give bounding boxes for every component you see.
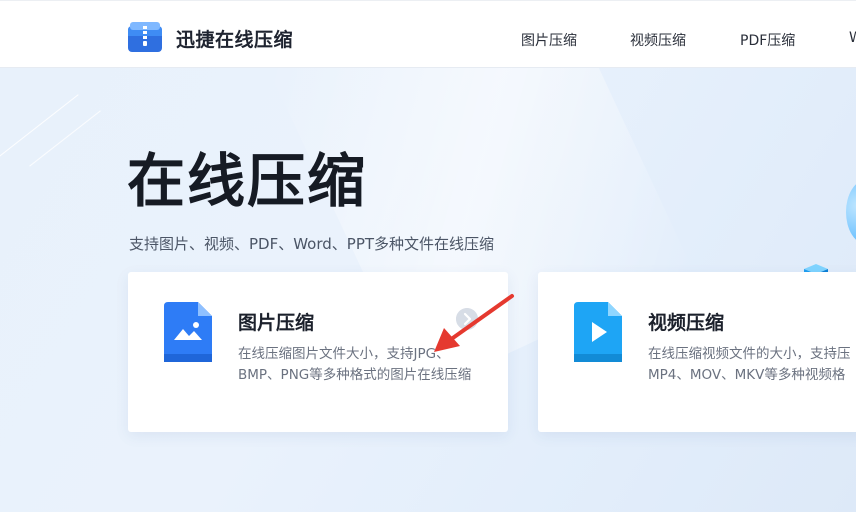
card-description: 在线压缩视频文件的大小，支持压 MP4、MOV、MKV等多种视频格	[648, 344, 856, 386]
video-file-icon	[574, 302, 622, 362]
nav-word-compress[interactable]: W	[849, 30, 856, 46]
hero-subtitle: 支持图片、视频、PDF、Word、PPT多种文件在线压缩	[129, 235, 495, 253]
video-compress-card[interactable]: 视频压缩 在线压缩视频文件的大小，支持压 MP4、MOV、MKV等多种视频格	[538, 272, 856, 432]
decor-line	[0, 94, 79, 163]
decor-line	[29, 110, 101, 167]
card-title: 视频压缩	[648, 312, 725, 334]
image-file-icon	[164, 302, 212, 362]
card-description-line: MP4、MOV、MKV等多种视频格	[648, 367, 846, 383]
zip-archive-logo-icon[interactable]	[128, 22, 162, 52]
card-description-line: 在线压缩视频文件的大小，支持压	[648, 346, 851, 362]
brand-name[interactable]: 迅捷在线压缩	[176, 25, 293, 52]
decor-orb	[846, 180, 856, 244]
nav-video-compress[interactable]: 视频压缩	[630, 30, 686, 50]
card-title: 图片压缩	[238, 312, 315, 334]
nav-pdf-compress[interactable]: PDF压缩	[740, 30, 795, 50]
top-navbar: 迅捷在线压缩 图片压缩 视频压缩 PDF压缩 W	[0, 0, 856, 68]
hero-title: 在线压缩	[127, 147, 368, 215]
nav-image-compress[interactable]: 图片压缩	[521, 30, 577, 50]
red-arrow-annotation	[434, 294, 514, 352]
